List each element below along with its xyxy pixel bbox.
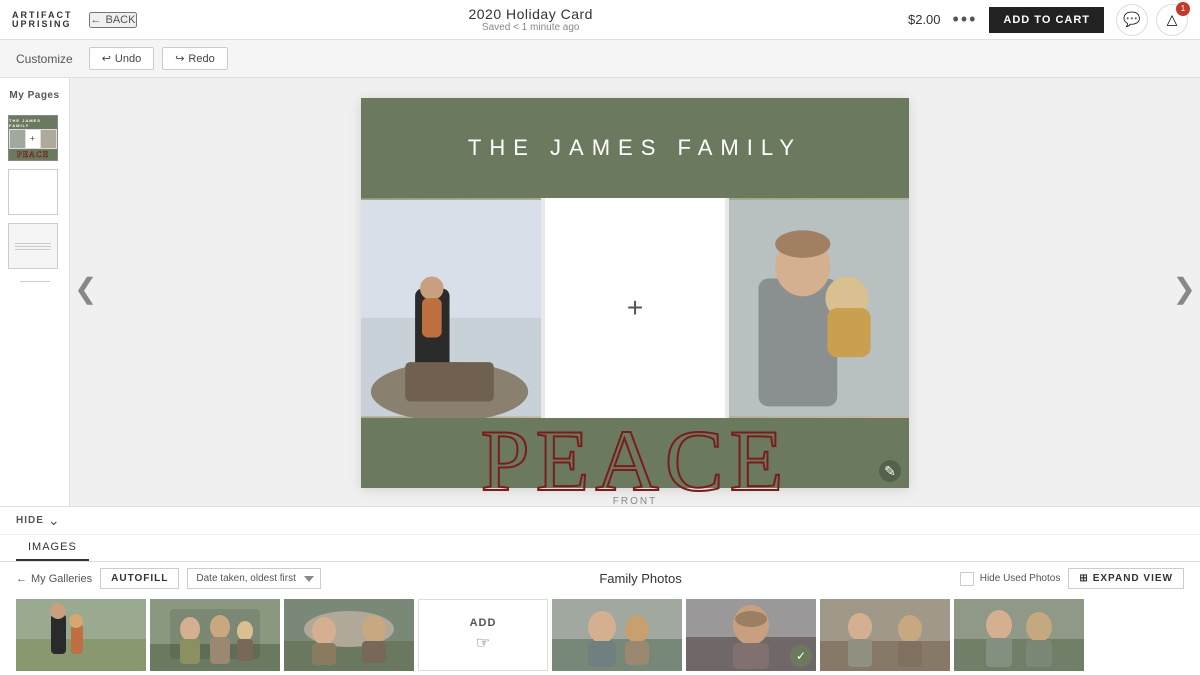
card-header-band: THE JAMES FAMILY bbox=[361, 98, 909, 198]
add-photo-icon: + bbox=[627, 292, 643, 324]
nav-right: $2.00 ••• ADD TO CART 💬 △ 1 bbox=[908, 4, 1188, 36]
top-navigation: ARTIFACT UPRISING ← BACK 2020 Holiday Ca… bbox=[0, 0, 1200, 40]
card-photo-left-image bbox=[361, 198, 541, 418]
main-area: My Pages THE JAMES FAMILY + PEACE bbox=[0, 78, 1200, 506]
alert-badge: 1 bbox=[1176, 2, 1190, 16]
sidebar-page-front[interactable]: THE JAMES FAMILY + PEACE bbox=[8, 115, 58, 161]
gallery-photo-5[interactable] bbox=[552, 599, 682, 671]
gallery-thumb-2-image bbox=[150, 599, 280, 671]
redo-button[interactable]: ↪ Redo bbox=[162, 47, 228, 70]
redo-icon: ↪ bbox=[175, 52, 184, 65]
undo-icon: ↩ bbox=[102, 52, 111, 65]
back-button[interactable]: ← BACK bbox=[89, 12, 138, 28]
pencil-icon: ✎ bbox=[884, 463, 896, 480]
chat-icon: 💬 bbox=[1123, 11, 1140, 28]
card-preview: THE JAMES FAMILY bbox=[361, 98, 909, 488]
nav-center: 2020 Holiday Card Saved < 1 minute ago bbox=[153, 6, 908, 33]
chevron-down-icon: ⌄ bbox=[48, 512, 60, 529]
add-photo-cursor-icon: ☞ bbox=[476, 633, 490, 653]
card-bottom-band: PEACE ✎ bbox=[361, 418, 909, 488]
tab-images-label: IMAGES bbox=[28, 541, 77, 553]
chat-button[interactable]: 💬 bbox=[1116, 4, 1148, 36]
canvas-area: ❮ ❯ THE JAMES FAMILY bbox=[70, 78, 1200, 506]
card-side-label: FRONT bbox=[613, 496, 657, 506]
card-photo-middle[interactable]: + bbox=[541, 198, 729, 418]
card-family-name: THE JAMES FAMILY bbox=[468, 135, 802, 161]
saved-status: Saved < 1 minute ago bbox=[482, 22, 580, 33]
card-photos-row: + bbox=[361, 198, 909, 418]
peace-word: PEACE bbox=[361, 418, 909, 506]
undo-label: Undo bbox=[115, 53, 141, 65]
expand-view-label: EXPAND VIEW bbox=[1093, 573, 1173, 584]
expand-view-button[interactable]: ⊞ EXPAND VIEW bbox=[1068, 568, 1184, 589]
tab-images[interactable]: IMAGES bbox=[16, 535, 89, 561]
sort-select[interactable]: Date taken, oldest first bbox=[187, 568, 321, 589]
gallery-title: Family Photos bbox=[329, 571, 951, 586]
next-page-button[interactable]: ❯ bbox=[1173, 272, 1196, 305]
toolbar-label: Customize bbox=[16, 52, 73, 66]
add-to-cart-button[interactable]: ADD TO CART bbox=[989, 7, 1104, 33]
gallery-thumb-5-image bbox=[552, 599, 682, 671]
gallery-photo-add[interactable]: ADD ☞ bbox=[418, 599, 548, 671]
envelope-line-1 bbox=[15, 243, 51, 244]
next-arrow-icon: ❯ bbox=[1173, 273, 1196, 304]
sidebar-title: My Pages bbox=[8, 90, 61, 101]
bottom-tabs: IMAGES bbox=[0, 535, 1200, 562]
sidebar-divider bbox=[20, 281, 50, 282]
gallery-photo-6[interactable]: ✓ bbox=[686, 599, 816, 671]
back-arrow-icon: ← bbox=[91, 14, 102, 26]
gallery-thumb-3-image bbox=[284, 599, 414, 671]
gallery-photo-2[interactable] bbox=[150, 599, 280, 671]
my-galleries-label: My Galleries bbox=[31, 573, 92, 585]
sidebar-page-envelope[interactable] bbox=[8, 223, 58, 269]
hide-label: HIDE bbox=[16, 515, 44, 526]
card-photo-right[interactable] bbox=[729, 198, 909, 418]
alert-button[interactable]: △ 1 bbox=[1156, 4, 1188, 36]
autofill-button[interactable]: AUTOFILL bbox=[100, 568, 179, 589]
photos-strip: ADD ☞ ✓ bbox=[0, 595, 1200, 675]
sidebar-page-title: THE JAMES FAMILY bbox=[9, 118, 57, 128]
customize-toolbar: Customize ↩ Undo ↪ Redo bbox=[0, 40, 1200, 78]
bottom-panel: HIDE ⌄ IMAGES ← My Galleries AUTOFILL Da… bbox=[0, 506, 1200, 675]
arrow-left-icon: ← bbox=[16, 573, 27, 585]
brand-name-bottom: UPRISING bbox=[12, 20, 73, 29]
check-icon: ✓ bbox=[796, 649, 806, 663]
card-photo-right-image bbox=[729, 198, 909, 418]
hide-used-row: Hide Used Photos bbox=[960, 572, 1061, 586]
back-button-label: BACK bbox=[106, 14, 136, 26]
gallery-toolbar: ← My Galleries AUTOFILL Date taken, olde… bbox=[0, 562, 1200, 595]
photo-used-checkmark: ✓ bbox=[790, 645, 812, 667]
document-title: 2020 Holiday Card bbox=[468, 6, 592, 22]
my-galleries-button[interactable]: ← My Galleries bbox=[16, 573, 92, 585]
alert-icon: △ bbox=[1167, 11, 1178, 28]
prev-arrow-icon: ❮ bbox=[74, 273, 97, 304]
add-photo-label: ADD bbox=[470, 617, 497, 629]
gallery-thumb-8-image bbox=[954, 599, 1084, 671]
gallery-photo-1[interactable] bbox=[16, 599, 146, 671]
gallery-photo-7[interactable] bbox=[820, 599, 950, 671]
pages-sidebar: My Pages THE JAMES FAMILY + PEACE bbox=[0, 78, 70, 506]
gallery-photo-3[interactable] bbox=[284, 599, 414, 671]
envelope-line-3 bbox=[15, 249, 51, 250]
grid-icon: ⊞ bbox=[1079, 573, 1088, 584]
price-display: $2.00 bbox=[908, 12, 941, 27]
redo-label: Redo bbox=[188, 53, 214, 65]
card-photo-left[interactable] bbox=[361, 198, 541, 418]
more-options-button[interactable]: ••• bbox=[953, 9, 978, 30]
hide-used-label: Hide Used Photos bbox=[980, 573, 1061, 584]
sidebar-page-inner[interactable] bbox=[8, 169, 58, 215]
edit-pencil-button[interactable]: ✎ bbox=[879, 460, 901, 482]
envelope-line-2 bbox=[15, 246, 51, 247]
sidebar-peace-text: PEACE bbox=[17, 150, 49, 159]
brand-logo[interactable]: ARTIFACT UPRISING bbox=[12, 11, 73, 29]
hide-used-checkbox[interactable] bbox=[960, 572, 974, 586]
prev-page-button[interactable]: ❮ bbox=[74, 272, 97, 305]
nav-icon-group: 💬 △ 1 bbox=[1116, 4, 1188, 36]
undo-button[interactable]: ↩ Undo bbox=[89, 47, 155, 70]
gallery-thumb-7-image bbox=[820, 599, 950, 671]
hide-panel-bar[interactable]: HIDE ⌄ bbox=[0, 507, 1200, 535]
gallery-photo-8[interactable] bbox=[954, 599, 1084, 671]
gallery-thumb-1-image bbox=[16, 599, 146, 671]
